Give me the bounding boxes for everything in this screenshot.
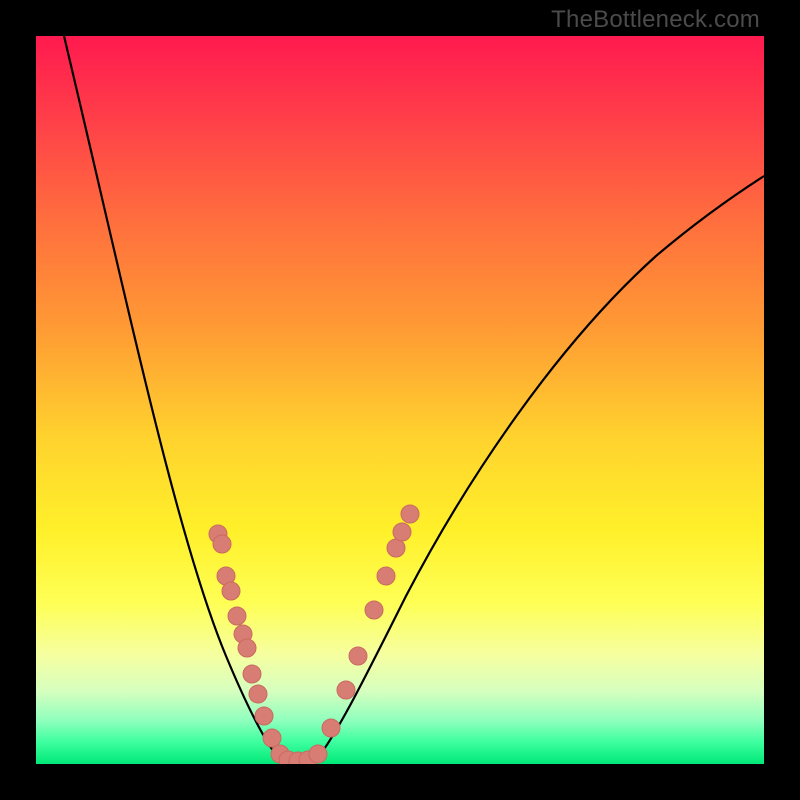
watermark-text: TheBottleneck.com xyxy=(551,6,760,34)
data-point xyxy=(377,567,395,585)
data-point xyxy=(263,729,281,747)
data-point xyxy=(309,745,327,763)
chart-frame: TheBottleneck.com xyxy=(0,0,800,800)
data-point xyxy=(393,523,411,541)
data-point xyxy=(387,539,405,557)
data-point xyxy=(322,719,340,737)
data-point xyxy=(255,707,273,725)
data-point xyxy=(349,647,367,665)
plot-area xyxy=(36,36,764,764)
plot-svg xyxy=(36,36,764,764)
data-point xyxy=(213,535,231,553)
data-point xyxy=(401,505,419,523)
gradient-background xyxy=(36,36,764,764)
data-point xyxy=(243,665,261,683)
data-point xyxy=(365,601,383,619)
data-point xyxy=(238,639,256,657)
data-point xyxy=(337,681,355,699)
data-point xyxy=(228,607,246,625)
data-point xyxy=(222,582,240,600)
data-point xyxy=(249,685,267,703)
